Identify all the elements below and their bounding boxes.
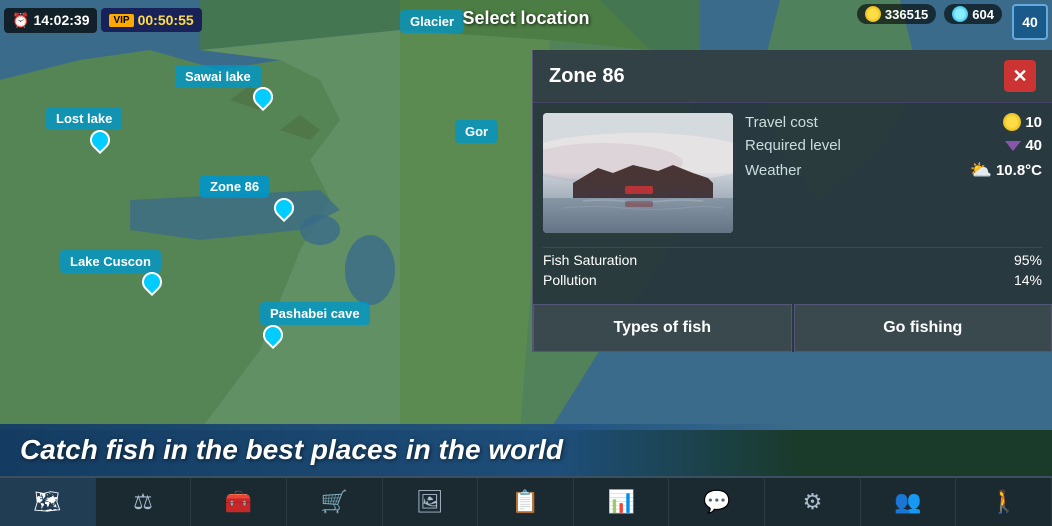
- location-zone86[interactable]: Zone 86: [200, 175, 269, 198]
- panel-content: Travel cost 10 Required level 40 Weather…: [533, 103, 1052, 243]
- nav-chat[interactable]: 💬: [669, 478, 765, 526]
- nav-tasks[interactable]: 📋: [478, 478, 574, 526]
- nav-stats[interactable]: 📊: [574, 478, 670, 526]
- level-badge: 40: [1012, 4, 1048, 40]
- location-image: [543, 113, 733, 233]
- gor-label: Gor: [465, 124, 488, 139]
- required-level-row: Required level 40: [745, 137, 1042, 154]
- types-of-fish-button[interactable]: Types of fish: [533, 304, 792, 352]
- weather-row: Weather ⛅ 10.8°C: [745, 160, 1042, 181]
- lost-label: Lost lake: [56, 111, 112, 126]
- level-diamond-icon: [1005, 141, 1021, 151]
- info-panel: Zone 86 ✕: [532, 50, 1052, 352]
- nav-gallery[interactable]: 🖼: [383, 478, 479, 526]
- pin-lost: [90, 130, 110, 154]
- vip-timer-value: 00:50:55: [138, 12, 194, 28]
- nav-bar: 🗺 ⚖ 🧰 🛒 🖼 📋 📊 💬 ⚙ 👥 🚶: [0, 476, 1052, 526]
- nav-balance[interactable]: ⚖: [96, 478, 192, 526]
- weather-value: ⛅ 10.8°C: [970, 160, 1042, 181]
- panel-title: Zone 86: [549, 65, 625, 88]
- nav-exit[interactable]: 🚶: [956, 478, 1052, 526]
- zone86-label: Zone 86: [210, 179, 259, 194]
- action-buttons: Types of fish Go fishing: [533, 300, 1052, 352]
- diamond-icon: [952, 6, 968, 22]
- pin-pashabei: [263, 325, 283, 349]
- diamonds-display: 604: [944, 4, 1002, 24]
- travel-cost-value: 10: [1003, 113, 1042, 131]
- vip-badge: VIP: [109, 14, 133, 27]
- banner-text: Catch fish in the best places in the wor…: [20, 434, 780, 466]
- select-location-title: Select location: [462, 8, 589, 29]
- pollution-label: Pollution: [543, 272, 597, 288]
- pollution-value: 14%: [1014, 272, 1042, 288]
- nav-shop[interactable]: 🛒: [287, 478, 383, 526]
- coin-icon: [865, 6, 881, 22]
- pin-zone86: [274, 198, 294, 222]
- location-sawai[interactable]: Sawai lake: [175, 65, 261, 88]
- travel-cost-row: Travel cost 10: [745, 113, 1042, 131]
- sawai-label: Sawai lake: [185, 69, 251, 84]
- fish-saturation-value: 95%: [1014, 252, 1042, 268]
- location-pashabei[interactable]: Pashabei cave: [260, 302, 370, 325]
- panel-header: Zone 86 ✕: [533, 50, 1052, 103]
- nav-location[interactable]: 🗺: [0, 478, 96, 526]
- nav-equipment[interactable]: 🧰: [191, 478, 287, 526]
- stats-panel: Travel cost 10 Required level 40 Weather…: [745, 113, 1042, 233]
- bottom-banner: Catch fish in the best places in the wor…: [0, 424, 800, 476]
- pashabei-label: Pashabei cave: [270, 306, 360, 321]
- travel-cost-label: Travel cost: [745, 114, 818, 131]
- diamonds-value: 604: [972, 7, 994, 22]
- required-level-label: Required level: [745, 137, 841, 154]
- fish-saturation-label: Fish Saturation: [543, 252, 637, 268]
- vip-timer: VIP 00:50:55: [101, 8, 201, 32]
- coins-display: 336515: [857, 4, 936, 24]
- currency-display: 336515 604: [857, 4, 1002, 24]
- time-display: ⏰ 14:02:39: [4, 8, 97, 33]
- pollution-row: Pollution 14%: [543, 272, 1042, 288]
- go-fishing-button[interactable]: Go fishing: [794, 304, 1052, 352]
- travel-coin-icon: [1003, 113, 1021, 131]
- cuscon-label: Lake Cuscon: [70, 254, 151, 269]
- bottom-stats: Fish Saturation 95% Pollution 14%: [533, 252, 1052, 300]
- pin-cuscon: [142, 272, 162, 296]
- nav-friends[interactable]: 👥: [861, 478, 957, 526]
- location-gor[interactable]: Gor: [455, 120, 498, 143]
- cloud-icon: ⛅: [970, 160, 992, 181]
- location-lost[interactable]: Lost lake: [46, 107, 122, 130]
- fish-saturation-row: Fish Saturation 95%: [543, 252, 1042, 268]
- clock-icon: ⏰: [12, 12, 29, 29]
- required-level-value: 40: [1005, 137, 1042, 154]
- pin-sawai: [253, 87, 273, 111]
- panel-divider: [543, 247, 1042, 248]
- close-button[interactable]: ✕: [1004, 60, 1036, 92]
- coins-value: 336515: [885, 7, 928, 22]
- time-value: 14:02:39: [33, 12, 89, 28]
- location-cuscon[interactable]: Lake Cuscon: [60, 250, 161, 273]
- nav-settings[interactable]: ⚙: [765, 478, 861, 526]
- weather-label: Weather: [745, 162, 801, 179]
